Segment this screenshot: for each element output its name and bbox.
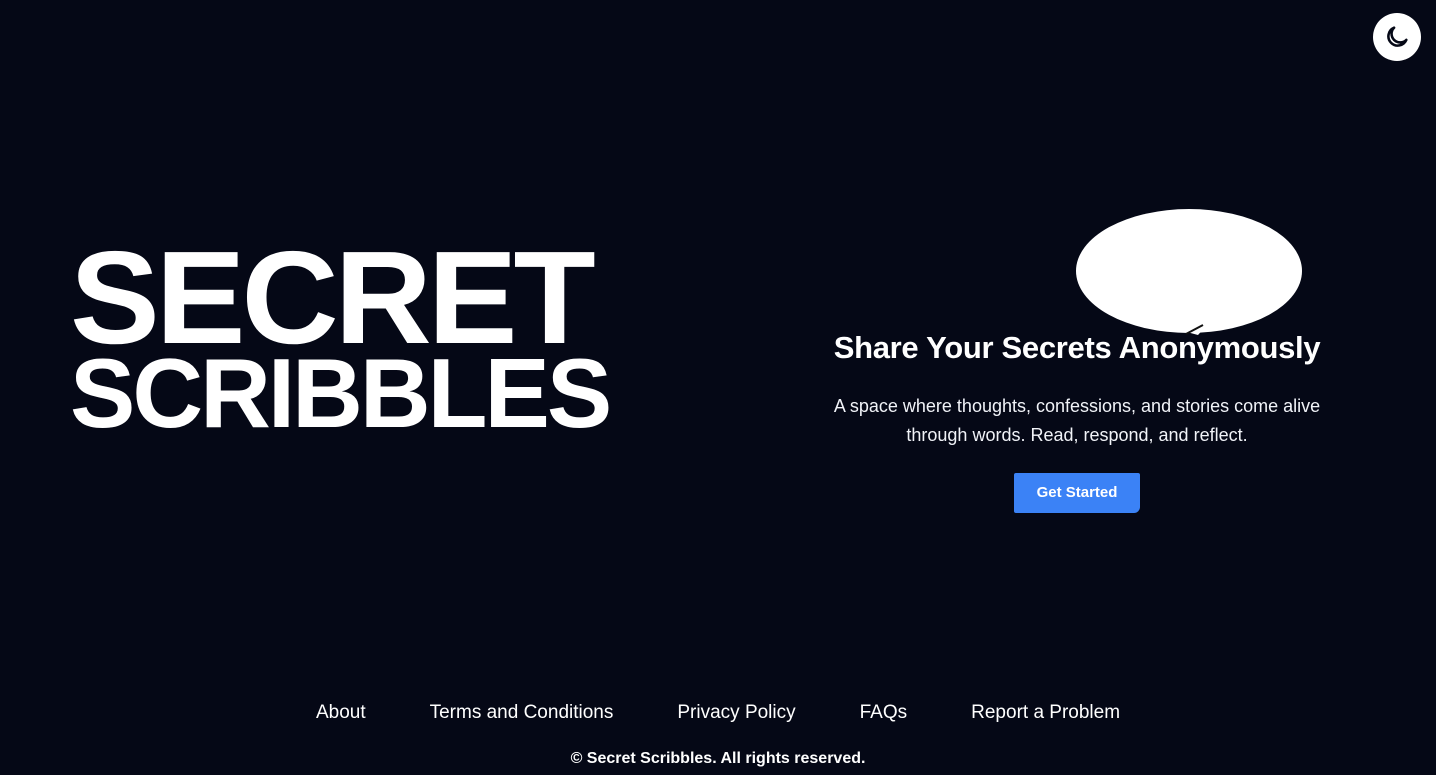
footer-link-privacy[interactable]: Privacy Policy [677, 700, 795, 726]
footer-link-about[interactable]: About [316, 700, 366, 726]
logo-line-secret: SECRET [70, 224, 596, 371]
get-started-button[interactable]: Get Started [1014, 473, 1140, 513]
landing-page: SECRET SCRIBBLES Share Your Secrets Anon… [0, 0, 1436, 775]
hero-title: Share Your Secrets Anonymously [833, 330, 1321, 365]
copyright-text: © Secret Scribbles. All rights reserved. [570, 750, 866, 767]
site-logo: SECRET SCRIBBLES [70, 232, 670, 443]
footer-link-faqs[interactable]: FAQs [860, 700, 908, 726]
theme-toggle-button[interactable] [1373, 13, 1421, 61]
footer-link-report-problem[interactable]: Report a Problem [971, 700, 1120, 726]
footer-nav: About Terms and Conditions Privacy Polic… [0, 700, 1436, 726]
footer-link-terms[interactable]: Terms and Conditions [430, 700, 614, 726]
hero-description: A space where thoughts, confessions, and… [833, 396, 1321, 445]
moon-icon [1387, 26, 1408, 47]
hero-section: Share Your Secrets Anonymously A space w… [777, 328, 1377, 513]
speech-bubble-icon [1075, 207, 1303, 335]
